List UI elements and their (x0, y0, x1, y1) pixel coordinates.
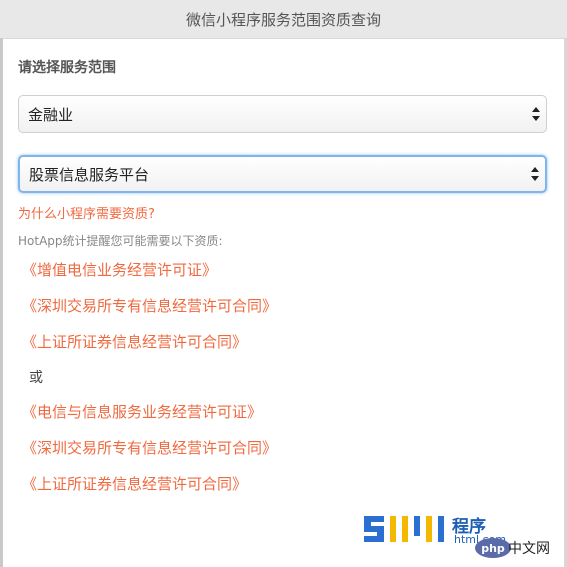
service-select-value: 股票信息服务平台 (29, 165, 150, 184)
license-item: 《深圳交易所专有信息经营许可合同》 (22, 297, 278, 315)
php-badge: php (475, 538, 511, 558)
window-titlebar: 微信小程序服务范围资质查询 (0, 0, 567, 39)
up-down-chevron-icon (532, 106, 540, 122)
industry-select[interactable]: 金融业 (18, 95, 547, 133)
left-scroll-edge (0, 38, 3, 567)
service-select[interactable]: 股票信息服务平台 (18, 155, 547, 193)
hint-text: HotApp统计提醒您可能需要以下资质: (18, 234, 223, 248)
watermark-logo: 程序 html.com php 中文网 (362, 512, 562, 562)
industry-select-value: 金融业 (28, 105, 74, 124)
or-separator: 或 (29, 370, 43, 386)
why-qualification-link[interactable]: 为什么小程序需要资质? (18, 203, 155, 222)
window-title: 微信小程序服务范围资质查询 (185, 10, 381, 29)
license-item: 《电信与信息服务业务经营许可证》 (22, 403, 263, 421)
section-label: 请选择服务范围 (18, 60, 116, 76)
license-item: 《增值电信业务经营许可证》 (22, 261, 218, 279)
license-item: 《上证所证券信息经营许可合同》 (22, 475, 248, 493)
license-item: 《深圳交易所专有信息经营许可合同》 (22, 439, 278, 457)
up-down-chevron-icon (531, 166, 539, 182)
watermark-cn: 中文网 (508, 541, 550, 557)
license-item: 《上证所证券信息经营许可合同》 (22, 333, 248, 351)
watermark-graphic-icon (364, 516, 444, 542)
